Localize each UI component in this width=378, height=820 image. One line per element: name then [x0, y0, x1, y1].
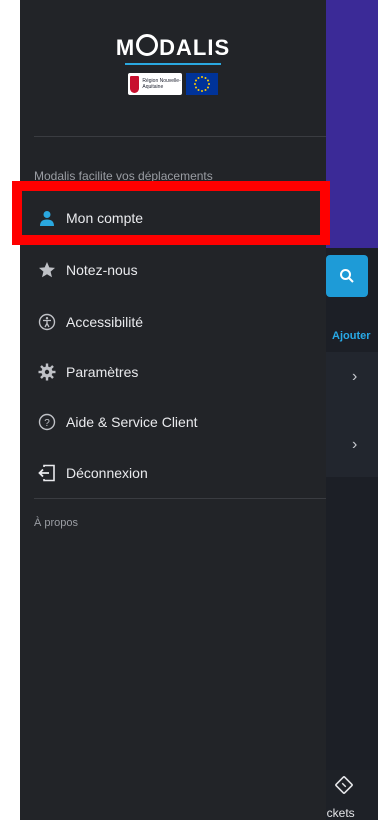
- menu-item-label: Notez-nous: [66, 262, 138, 278]
- menu-item-label: Accessibilité: [66, 314, 144, 330]
- menu-item-label: Aide & Service Client: [66, 414, 198, 430]
- modalis-logo: M DALIS: [116, 34, 230, 61]
- help-icon: ?: [38, 413, 56, 431]
- menu-item-notez-nous[interactable]: Notez-nous: [20, 250, 326, 290]
- logo-prefix: M: [115, 35, 136, 60]
- search-button[interactable]: [326, 255, 368, 297]
- ticket-icon[interactable]: [335, 776, 353, 799]
- region-logo: Région Nouvelle-Aquitaine: [128, 73, 182, 95]
- svg-text:?: ?: [44, 418, 50, 429]
- menu-item-accessibilite[interactable]: Accessibilité: [20, 302, 326, 342]
- chevron-right-icon: ›: [352, 436, 358, 453]
- navigation-drawer: M DALIS Région Nouvelle-Aquitaine Modali…: [20, 0, 326, 820]
- tickets-tab-label[interactable]: ickets: [324, 806, 355, 820]
- accessibility-icon: [38, 313, 56, 331]
- logo-o-icon: [136, 34, 159, 56]
- chevron-right-icon: ›: [352, 368, 358, 385]
- screen-margin: [0, 0, 20, 820]
- logout-icon: [38, 464, 56, 482]
- about-link[interactable]: À propos: [34, 517, 78, 529]
- app-header: [326, 0, 378, 248]
- divider: [34, 498, 326, 499]
- menu-item-deconnexion[interactable]: Déconnexion: [20, 453, 326, 493]
- region-logo-text: Région Nouvelle-Aquitaine: [142, 78, 181, 90]
- menu-item-label: Paramètres: [66, 364, 139, 380]
- app-logo: M DALIS Région Nouvelle-Aquitaine: [20, 34, 326, 95]
- star-icon: [38, 261, 56, 279]
- highlight-box: [12, 181, 330, 245]
- search-icon: [340, 269, 354, 283]
- gear-icon: [38, 363, 56, 381]
- eu-flag-icon: [186, 73, 218, 95]
- partner-logos: Région Nouvelle-Aquitaine: [128, 73, 218, 95]
- menu-item-aide-service-client[interactable]: ? Aide & Service Client: [20, 402, 326, 442]
- add-link[interactable]: Ajouter: [332, 330, 371, 342]
- region-shield-icon: [130, 75, 140, 93]
- menu-item-parametres[interactable]: Paramètres: [20, 352, 326, 392]
- logo-underline: [125, 63, 221, 65]
- logo-suffix: DALIS: [159, 35, 231, 60]
- divider: [34, 136, 326, 137]
- menu-item-label: Déconnexion: [66, 465, 148, 481]
